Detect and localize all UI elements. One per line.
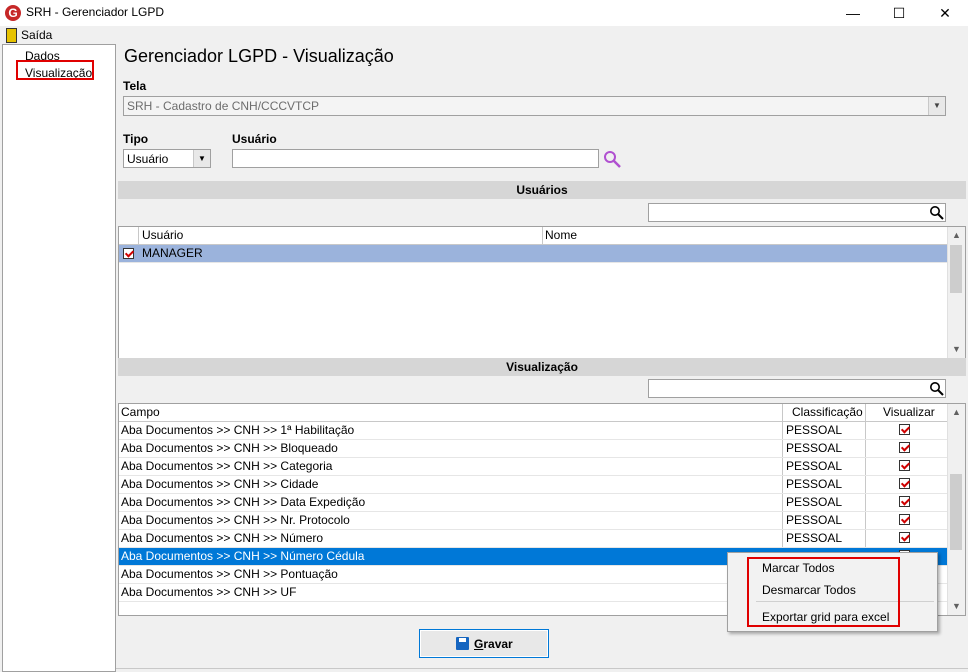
save-button[interactable]: Gravar: [419, 629, 549, 658]
scroll-up-icon[interactable]: ▲: [948, 227, 965, 244]
tipo-select-value: Usuário: [127, 152, 169, 166]
floppy-disk-icon: [456, 637, 469, 650]
visualizar-checkbox[interactable]: [899, 496, 910, 507]
table-row[interactable]: Aba Documentos >> CNH >> Bloqueado PESSO…: [119, 440, 947, 458]
tree-selection-highlight: [16, 60, 94, 80]
row-checkbox[interactable]: [123, 248, 134, 259]
scroll-up-icon[interactable]: ▲: [948, 404, 965, 421]
cell-usuario: MANAGER: [142, 246, 203, 260]
tela-select[interactable]: SRH - Cadastro de CNH/CCCVTCP ▼: [123, 96, 946, 116]
cell-campo: Aba Documentos >> CNH >> Bloqueado: [121, 441, 338, 455]
tela-label: Tela: [123, 79, 147, 93]
visualizar-checkbox[interactable]: [899, 460, 910, 471]
visualizar-checkbox[interactable]: [899, 532, 910, 543]
minimize-button[interactable]: —: [830, 0, 876, 26]
cell-classificacao: PESSOAL: [786, 423, 843, 437]
search-icon[interactable]: [929, 205, 944, 220]
table-row[interactable]: Aba Documentos >> CNH >> Número PESSOAL: [119, 530, 947, 548]
usuarios-search-input[interactable]: [648, 203, 946, 222]
search-icon[interactable]: [602, 150, 622, 168]
visualizar-checkbox[interactable]: [899, 514, 910, 525]
usuario-input[interactable]: [232, 149, 599, 168]
scroll-down-icon[interactable]: ▼: [948, 341, 965, 358]
scroll-thumb[interactable]: [950, 474, 962, 550]
column-header-classificacao[interactable]: Classificação: [792, 404, 863, 421]
cell-campo: Aba Documentos >> CNH >> 1ª Habilitação: [121, 423, 355, 437]
app-icon: G: [5, 5, 21, 21]
save-button-label: Gravar: [474, 637, 513, 651]
menu-item-exit[interactable]: Saída: [21, 28, 52, 42]
visualizacao-grid-header: Campo Classificação Visualizar: [119, 404, 948, 422]
visualizacao-scrollbar[interactable]: ▲ ▼: [947, 404, 965, 615]
cell-campo: Aba Documentos >> CNH >> UF: [121, 585, 297, 599]
chevron-down-icon[interactable]: ▼: [193, 150, 210, 167]
cell-classificacao: PESSOAL: [786, 477, 843, 491]
cell-classificacao: PESSOAL: [786, 531, 843, 545]
column-header-nome[interactable]: Nome: [545, 227, 577, 244]
window-title: SRH - Gerenciador LGPD: [26, 5, 165, 19]
visualizar-checkbox[interactable]: [899, 424, 910, 435]
cell-campo: Aba Documentos >> CNH >> Pontuação: [121, 567, 338, 581]
cell-campo: Aba Documentos >> CNH >> Número: [121, 531, 324, 545]
cell-campo: Aba Documentos >> CNH >> Nr. Protocolo: [121, 513, 350, 527]
page-title: Gerenciador LGPD - Visualização: [124, 46, 394, 66]
search-icon[interactable]: [929, 381, 944, 396]
table-row[interactable]: Aba Documentos >> CNH >> Cidade PESSOAL: [119, 476, 947, 494]
scroll-thumb[interactable]: [950, 245, 962, 293]
visualizacao-section-header: Visualização: [118, 358, 966, 376]
chevron-down-icon[interactable]: ▼: [928, 97, 945, 115]
menu-bar: [0, 26, 968, 44]
close-button[interactable]: ✕: [922, 0, 968, 26]
table-row[interactable]: Aba Documentos >> CNH >> Categoria PESSO…: [119, 458, 947, 476]
cell-campo: Aba Documentos >> CNH >> Categoria: [121, 459, 333, 473]
cell-campo: Aba Documentos >> CNH >> Cidade: [121, 477, 319, 491]
scroll-down-icon[interactable]: ▼: [948, 598, 965, 615]
tela-select-value: SRH - Cadastro de CNH/CCCVTCP: [127, 99, 320, 113]
column-header-usuario[interactable]: Usuário: [142, 227, 183, 244]
navigation-tree: Dados Visualização: [2, 44, 116, 672]
column-header-campo[interactable]: Campo: [121, 404, 160, 421]
cell-classificacao: PESSOAL: [786, 495, 843, 509]
table-row[interactable]: Aba Documentos >> CNH >> Nr. Protocolo P…: [119, 512, 947, 530]
context-menu-highlight: [747, 557, 900, 627]
exit-door-icon[interactable]: [6, 28, 17, 43]
cell-classificacao: PESSOAL: [786, 513, 843, 527]
table-row[interactable]: MANAGER: [119, 245, 948, 263]
usuarios-scrollbar[interactable]: ▲ ▼: [947, 227, 965, 358]
usuarios-grid: Usuário Nome MANAGER ▲ ▼: [118, 226, 966, 359]
footer-divider: [116, 668, 968, 669]
visualizar-checkbox[interactable]: [899, 442, 910, 453]
column-header-visualizar[interactable]: Visualizar: [883, 404, 935, 421]
table-row[interactable]: Aba Documentos >> CNH >> Data Expedição …: [119, 494, 947, 512]
cell-classificacao: PESSOAL: [786, 441, 843, 455]
table-row[interactable]: Aba Documentos >> CNH >> 1ª Habilitação …: [119, 422, 947, 440]
tipo-label: Tipo: [123, 132, 149, 146]
usuarios-section-header: Usuários: [118, 181, 966, 199]
tipo-select[interactable]: Usuário ▼: [123, 149, 211, 168]
usuarios-grid-header: Usuário Nome: [119, 227, 948, 245]
maximize-button[interactable]: ☐: [876, 0, 922, 26]
cell-campo: Aba Documentos >> CNH >> Número Cédula: [121, 549, 365, 563]
visualizacao-search-input[interactable]: [648, 379, 946, 398]
visualizar-checkbox[interactable]: [899, 478, 910, 489]
cell-classificacao: PESSOAL: [786, 459, 843, 473]
usuario-label: Usuário: [232, 132, 277, 146]
cell-campo: Aba Documentos >> CNH >> Data Expedição: [121, 495, 366, 509]
